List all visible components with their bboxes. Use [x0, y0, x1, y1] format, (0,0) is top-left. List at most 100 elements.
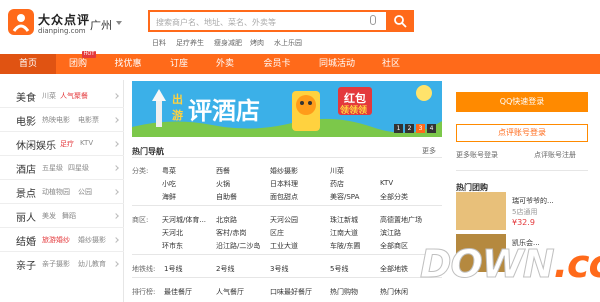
pager-dot-active[interactable]: 3	[416, 124, 425, 133]
nav-link[interactable]: 滨江路	[380, 228, 401, 238]
divider	[132, 157, 442, 158]
nav-link[interactable]: 工业大道	[270, 241, 298, 251]
city-selector[interactable]: 广州	[90, 17, 112, 33]
sidebar-item-kids[interactable]: 亲子 亲子摄影 幼儿教育	[0, 252, 124, 276]
chevron-right-icon	[113, 237, 119, 243]
nav-link[interactable]: 5号线	[330, 264, 348, 274]
hot-keyword[interactable]: 水上乐园	[274, 38, 302, 48]
deal-price: ¥32.9	[512, 218, 535, 227]
search-input[interactable]: 搜索商户名、地址、菜名、外卖等	[148, 10, 388, 32]
site-watermark: DOWN.cc	[420, 242, 600, 287]
sidebar-item-movie[interactable]: 电影 热映电影 电影票	[0, 108, 124, 132]
nav-link[interactable]: 口味最好餐厅	[270, 287, 312, 297]
banner-lingbu: 领领领	[340, 106, 368, 116]
pager-dot[interactable]: 2	[405, 124, 414, 133]
hot-keyword[interactable]: 足疗养生	[176, 38, 204, 48]
chevron-right-icon	[113, 213, 119, 219]
nav-link[interactable]: 海鲜	[162, 192, 176, 202]
hot-keyword[interactable]: 日料	[152, 38, 166, 48]
nav-link[interactable]: 区庄	[270, 228, 284, 238]
promo-banner[interactable]: 出 游 评酒店 红包 领领领 1 2 3 4	[132, 81, 442, 137]
nav-takeout[interactable]: 外卖	[202, 54, 248, 74]
nav-home[interactable]: 首页	[0, 54, 56, 74]
hot-nav-title: 热门导航	[132, 147, 164, 156]
nav-link[interactable]: 环市东	[162, 241, 183, 251]
nav-link[interactable]: 面包甜点	[270, 192, 298, 202]
pager-dot[interactable]: 1	[394, 124, 403, 133]
row-label-category: 分类:	[132, 167, 149, 175]
microphone-icon[interactable]	[370, 15, 376, 25]
deal-subtitle: 5店通用	[512, 208, 538, 216]
nav-link[interactable]: 2号线	[216, 264, 234, 274]
nav-link[interactable]: 婚纱摄影	[270, 166, 298, 176]
nav-link[interactable]: 美容/SPA	[330, 192, 359, 202]
nav-link[interactable]: 最佳餐厅	[164, 287, 192, 297]
nav-link[interactable]: 全部分类	[380, 192, 408, 202]
nav-member-card[interactable]: 会员卡	[248, 54, 306, 74]
chevron-right-icon	[113, 141, 119, 147]
divider	[456, 170, 588, 171]
sidebar-item-hotel[interactable]: 酒店 五星级 四星级	[0, 156, 124, 180]
nav-link[interactable]: 热门购物	[330, 287, 358, 297]
nav-link[interactable]: 天河城/体育...	[162, 215, 206, 225]
divider	[132, 205, 442, 206]
more-login-link[interactable]: 更多账号登录	[456, 150, 498, 160]
qq-login-button[interactable]: QQ快速登录	[456, 92, 588, 112]
nav-link[interactable]: 客村/赤岗	[216, 228, 246, 238]
row-label-metro: 地铁线:	[132, 265, 156, 273]
nav-link[interactable]: 粤菜	[162, 166, 176, 176]
nav-link[interactable]: 高德置地广场	[380, 215, 422, 225]
row-label-ranking: 排行榜:	[132, 288, 156, 296]
nav-link[interactable]: 江南大道	[330, 228, 358, 238]
nav-link[interactable]: 天河公园	[270, 215, 298, 225]
brand-name[interactable]: 大众点评	[38, 11, 90, 28]
nav-events[interactable]: 同城活动	[306, 54, 368, 74]
search-button[interactable]	[386, 10, 414, 32]
nav-link[interactable]: 人气餐厅	[216, 287, 244, 297]
nav-link[interactable]: 西餐	[216, 166, 230, 176]
brand-domain: dianping.com	[38, 27, 86, 35]
category-sidebar: 美食 川菜 人气聚餐 电影 热映电影 电影票 休闲娱乐 足疗 KTV 酒店 五星…	[0, 80, 124, 302]
banner-headline: 评酒店	[188, 97, 260, 125]
chevron-down-icon[interactable]	[116, 21, 122, 25]
nav-link[interactable]: KTV	[380, 179, 393, 187]
nav-link[interactable]: 药店	[330, 179, 344, 189]
sidebar-item-beauty[interactable]: 丽人 美发 舞蹈	[0, 204, 124, 228]
nav-link[interactable]: 川菜	[330, 166, 344, 176]
hot-keyword[interactable]: 瘦身减肥	[214, 38, 242, 48]
nav-link[interactable]: 1号线	[164, 264, 182, 274]
chevron-right-icon	[113, 165, 119, 171]
deal-title[interactable]: 瑞可爷爷的...	[512, 196, 554, 206]
hot-keyword[interactable]: 烤肉	[250, 38, 264, 48]
nav-reserve[interactable]: 订座	[156, 54, 202, 74]
nav-link[interactable]: 车陂/东圃	[330, 241, 360, 251]
nav-link[interactable]: 珠江新城	[330, 215, 358, 225]
nav-link[interactable]: 日本料理	[270, 179, 298, 189]
nav-link[interactable]: 3号线	[270, 264, 288, 274]
nav-link[interactable]: 自助餐	[216, 192, 237, 202]
nav-link[interactable]: 全部商区	[380, 241, 408, 251]
divider	[132, 277, 442, 278]
nav-link[interactable]: 热门休闲	[380, 287, 408, 297]
nav-link[interactable]: 小吃	[162, 179, 176, 189]
nav-link[interactable]: 北京路	[216, 215, 237, 225]
banner-text-you: 游	[172, 109, 183, 122]
account-login-button[interactable]: 点评账号登录	[456, 124, 588, 142]
more-link[interactable]: 更多	[422, 146, 436, 156]
pager-dot[interactable]: 4	[427, 124, 436, 133]
deal-thumbnail[interactable]	[456, 192, 506, 230]
sidebar-item-wedding[interactable]: 结婚 旅游婚纱 婚纱摄影	[0, 228, 124, 252]
nav-deals[interactable]: 找优惠	[100, 54, 156, 74]
row-label-district: 商区:	[132, 216, 149, 224]
nav-link[interactable]: 全部地铁	[380, 264, 408, 274]
sidebar-item-scenic[interactable]: 景点 动植物园 公园	[0, 180, 124, 204]
sidebar-item-food[interactable]: 美食 川菜 人气聚餐	[0, 84, 124, 108]
nav-link[interactable]: 沿江路/二沙岛	[216, 241, 260, 251]
nav-link[interactable]: 天河北	[162, 228, 183, 238]
nav-community[interactable]: 社区	[368, 54, 414, 74]
chevron-right-icon	[113, 117, 119, 123]
nav-link[interactable]: 火锅	[216, 179, 230, 189]
register-link[interactable]: 点评账号注册	[534, 150, 576, 160]
sidebar-item-leisure[interactable]: 休闲娱乐 足疗 KTV	[0, 132, 124, 156]
dianping-logo-icon[interactable]	[8, 9, 34, 35]
